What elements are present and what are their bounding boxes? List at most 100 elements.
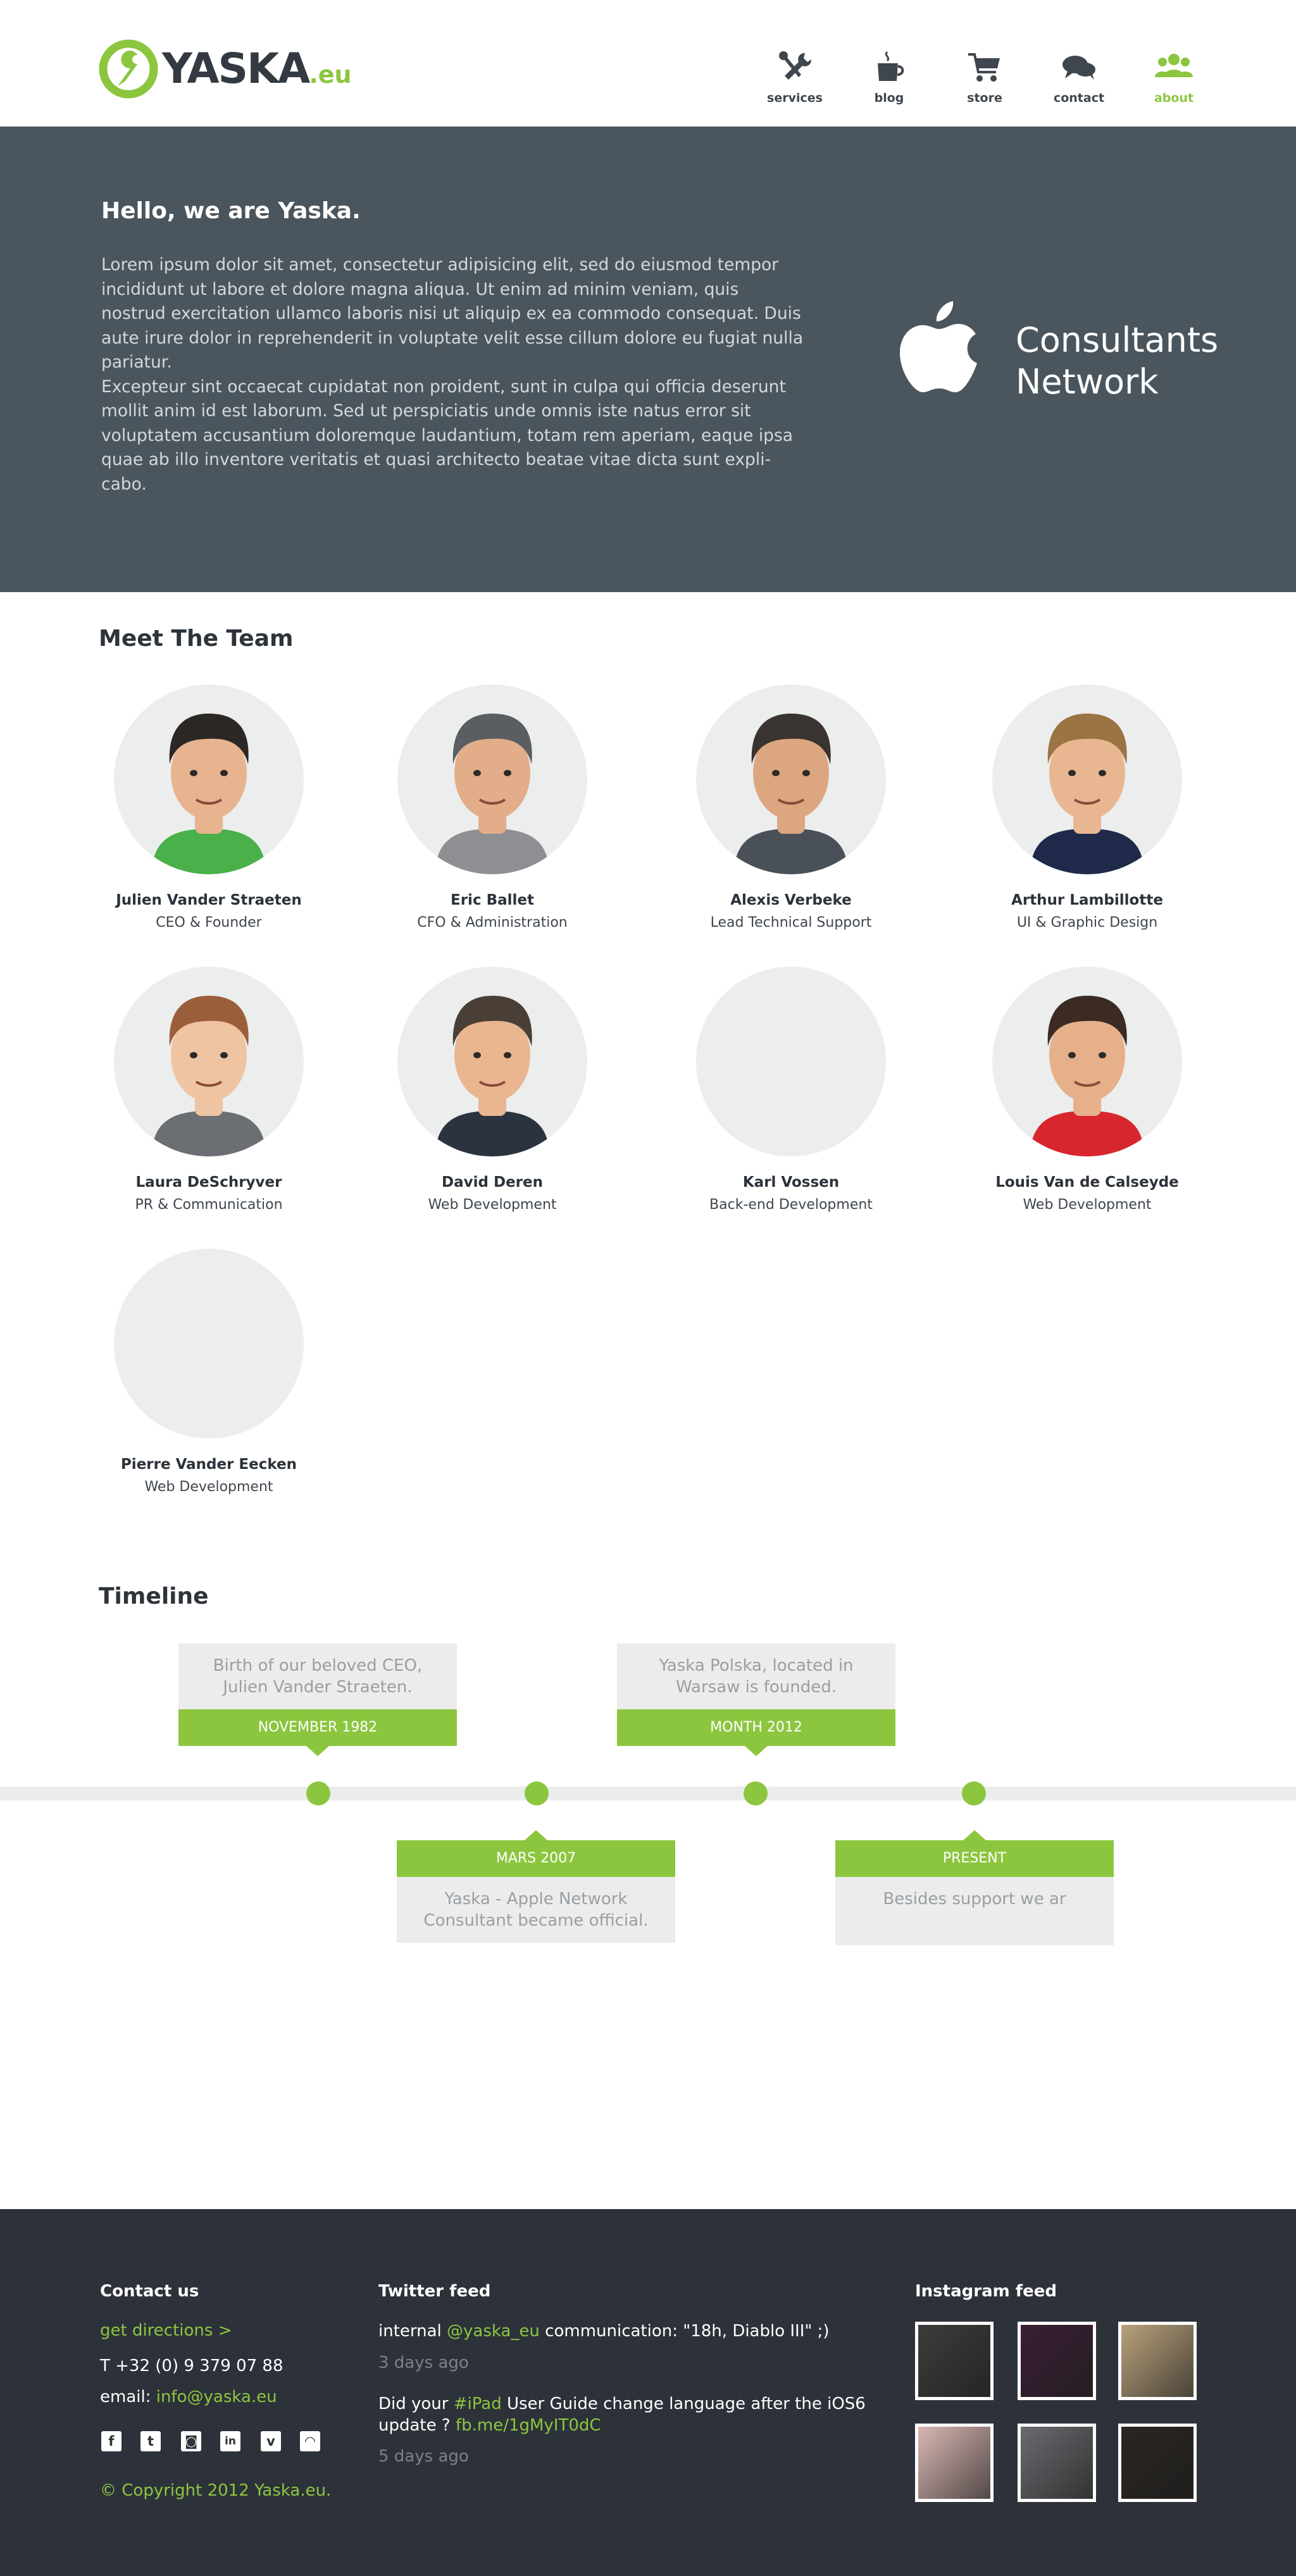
- tweet-text: Did your: [378, 2394, 454, 2413]
- hero-title: Hello, we are Yaska.: [101, 198, 361, 224]
- avatar-illustration: [152, 714, 266, 874]
- team-icon: [1155, 54, 1193, 77]
- tweet-time: 5 days ago: [378, 2447, 469, 2466]
- timeline-section-title: Timeline: [99, 1583, 209, 1609]
- team-member-card[interactable]: Laura DeSchryver PR & Communication: [76, 967, 342, 1213]
- nav-blog[interactable]: blog: [851, 51, 927, 114]
- nav-blog-label: blog: [874, 91, 904, 105]
- timeline-event-date: MARS 2007: [397, 1830, 675, 1877]
- team-member-card[interactable]: Eric Ballet CFO & Administration: [359, 684, 625, 931]
- tweet: internal @yaska_eu communication: "18h, …: [378, 2320, 885, 2342]
- avatar-illustration: [1030, 996, 1144, 1156]
- vimeo-icon[interactable]: v: [261, 2431, 281, 2451]
- logo-wordmark: YASKA.eu: [162, 44, 352, 93]
- linkedin-icon[interactable]: in: [220, 2431, 240, 2451]
- tweet-text: communication: "18h, Diablo III" ;): [539, 2322, 830, 2341]
- avatar: [992, 967, 1182, 1156]
- twitter-icon[interactable]: t: [140, 2431, 161, 2451]
- avatar-illustration: [435, 996, 549, 1156]
- tweet-time: 3 days ago: [378, 2353, 469, 2372]
- instagram-photo[interactable]: [915, 2424, 994, 2502]
- member-name: Karl Vossen: [742, 1174, 840, 1191]
- nav-about[interactable]: about: [1136, 51, 1212, 114]
- nav-about-label: about: [1154, 91, 1194, 105]
- avatar: [696, 684, 886, 874]
- tweet-hashtag-link[interactable]: #iPad: [454, 2394, 502, 2413]
- member-name: Alexis Verbeke: [730, 892, 852, 908]
- nav-services[interactable]: services: [757, 51, 833, 114]
- avatar: [114, 684, 304, 874]
- tools-icon: [779, 51, 812, 80]
- tweet-mention-link[interactable]: @yaska_eu: [447, 2322, 540, 2341]
- email-label: email:: [100, 2387, 156, 2406]
- avatar: [114, 967, 304, 1156]
- twitter-feed-title: Twitter feed: [378, 2282, 491, 2301]
- get-directions-link[interactable]: get directions >: [100, 2320, 232, 2341]
- apple-logo-icon: [900, 301, 977, 392]
- nav-contact[interactable]: contact: [1041, 51, 1117, 114]
- member-role: PR & Communication: [135, 1197, 283, 1213]
- phone-number: T +32 (0) 9 379 07 88: [100, 2356, 284, 2375]
- consultants-network-badge: Consultants Network: [1016, 319, 1218, 403]
- timeline-dot[interactable]: [962, 1781, 986, 1805]
- timeline-track: [0, 1786, 1296, 1800]
- team-member-card[interactable]: Louis Van de Calseyde Web Development: [954, 967, 1220, 1213]
- instagram-photo[interactable]: [1118, 2424, 1197, 2502]
- badge-line-2: Network: [1016, 362, 1159, 402]
- cart-icon: [968, 53, 1000, 82]
- member-name: Pierre Vander Eecken: [120, 1456, 297, 1473]
- hero-paragraph-1: Lorem ipsum dolor sit amet, consectetur …: [101, 255, 804, 372]
- member-name: Laura DeSchryver: [135, 1174, 282, 1191]
- instagram-photo[interactable]: [915, 2322, 994, 2400]
- timeline-dot[interactable]: [306, 1781, 330, 1805]
- member-name: David Deren: [442, 1174, 543, 1191]
- facebook-icon[interactable]: f: [101, 2431, 122, 2451]
- chat-bubbles-icon: [1062, 56, 1095, 80]
- member-role: CEO & Founder: [156, 915, 262, 931]
- team-member-card[interactable]: Pierre Vander Eecken Web Development: [76, 1249, 342, 1495]
- nav-store-label: store: [967, 91, 1002, 105]
- avatar: [397, 967, 587, 1156]
- instagram-icon[interactable]: ◙: [181, 2431, 201, 2451]
- coffee-cup-icon: [878, 51, 904, 81]
- avatar: [696, 967, 886, 1156]
- member-name: Louis Van de Calseyde: [995, 1174, 1179, 1191]
- team-member-card[interactable]: Julien Vander Straeten CEO & Founder: [76, 684, 342, 931]
- timeline-event-date: NOVEMBER 1982: [178, 1709, 457, 1756]
- instagram-feed-title: Instagram feed: [915, 2282, 1057, 2301]
- email-link[interactable]: info@yaska.eu: [156, 2387, 277, 2406]
- timeline-event-card: MARS 2007 Yaska - Apple Network Consulta…: [397, 1830, 675, 1943]
- member-role: CFO & Administration: [417, 915, 568, 931]
- instagram-photo[interactable]: [1118, 2322, 1197, 2400]
- team-member-card[interactable]: Alexis Verbeke Lead Technical Support: [658, 684, 924, 931]
- tweet-text: internal: [378, 2322, 447, 2341]
- avatar: [992, 684, 1182, 874]
- copyright: © Copyright 2012 Yaska.eu.: [100, 2481, 332, 2500]
- team-member-card[interactable]: Arthur Lambillotte UI & Graphic Design: [954, 684, 1220, 931]
- timeline-dot[interactable]: [525, 1781, 549, 1805]
- member-role: Web Development: [144, 1479, 273, 1495]
- avatar: [397, 684, 587, 874]
- member-role: Lead Technical Support: [710, 915, 872, 931]
- avatar-illustration: [734, 714, 848, 874]
- badge-line-1: Consultants: [1016, 320, 1219, 360]
- timeline-event-card: PRESENT Besides support we ar: [835, 1830, 1114, 1945]
- instagram-photo[interactable]: [1018, 2424, 1096, 2502]
- instagram-photo[interactable]: [1018, 2322, 1096, 2400]
- yaska-logo[interactable]: YASKA.eu: [99, 39, 352, 100]
- timeline-dot[interactable]: [744, 1781, 768, 1805]
- tweet-url-link[interactable]: fb.me/1gMyIT0dC: [456, 2416, 601, 2435]
- member-role: Back-end Development: [709, 1197, 873, 1213]
- timeline-event-date: MONTH 2012: [617, 1709, 895, 1756]
- nav-store[interactable]: store: [947, 51, 1023, 114]
- team-member-card[interactable]: David Deren Web Development: [359, 967, 625, 1213]
- tweet: Did your #iPad User Guide change languag…: [378, 2393, 885, 2436]
- timeline-event-desc: Yaska Polska, located in Warsaw is found…: [617, 1644, 895, 1709]
- team-section-title: Meet The Team: [99, 626, 294, 652]
- member-name: Eric Ballet: [451, 892, 534, 908]
- hero-description: Lorem ipsum dolor sit amet, consectetur …: [101, 253, 804, 497]
- rss-icon[interactable]: ◠: [300, 2431, 320, 2451]
- team-member-card[interactable]: Karl Vossen Back-end Development: [658, 967, 924, 1213]
- timeline-event-date: PRESENT: [835, 1830, 1114, 1877]
- timeline-event-card: Birth of our beloved CEO, Julien Vander …: [178, 1644, 457, 1756]
